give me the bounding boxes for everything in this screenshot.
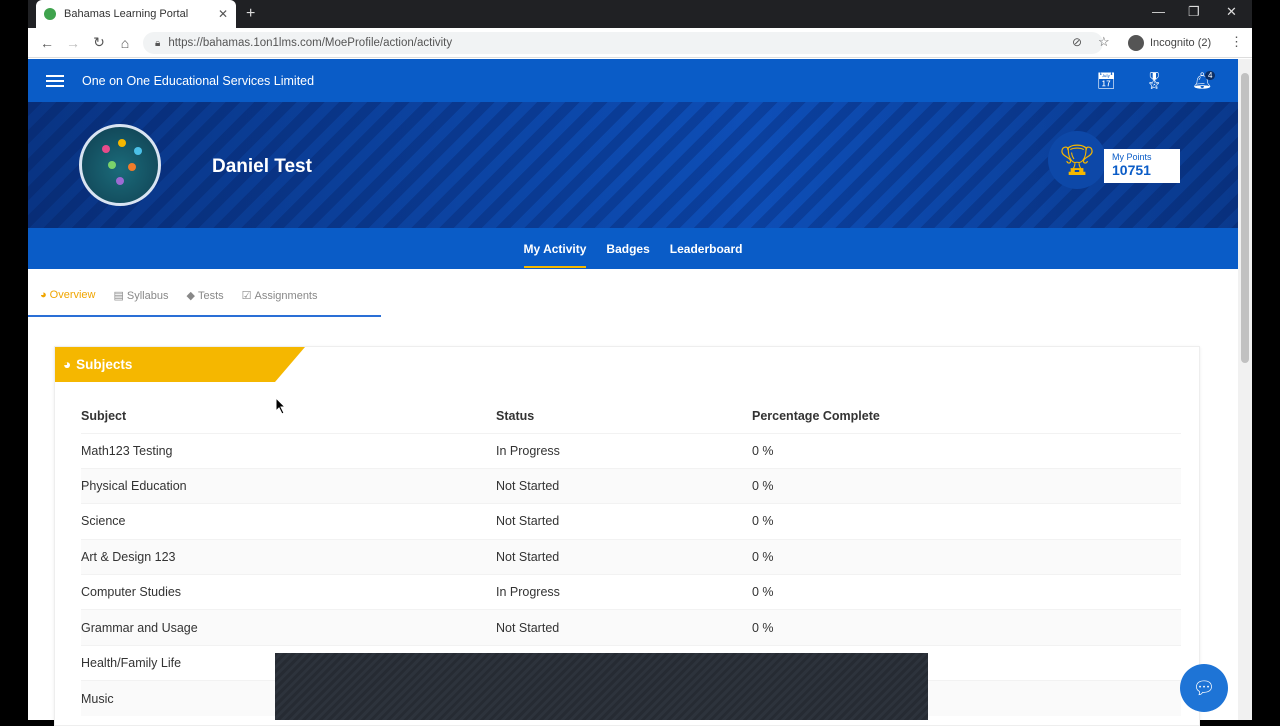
- profile-banner: Daniel Test 🏆︎ My Points 10751: [28, 102, 1238, 228]
- tab-tests-label: Tests: [197, 289, 224, 302]
- forward-icon[interactable]: →: [60, 35, 86, 51]
- percentage-cell: 0 %: [752, 538, 1181, 575]
- lock-icon: 🔒︎: [155, 37, 161, 49]
- calendar-icon[interactable]: 📅︎: [1096, 71, 1116, 91]
- points-value: 10751: [1112, 162, 1151, 178]
- book-icon: ▤: [113, 290, 124, 302]
- percentage-cell: 0 %: [752, 503, 1181, 540]
- percentage-cell: 0 %: [752, 467, 1181, 504]
- tab-assignments-label: Assignments: [254, 289, 318, 302]
- table-row[interactable]: Physical Education Not Started 0 %: [81, 467, 1181, 504]
- subject-cell: Computer Studies: [81, 574, 496, 610]
- subjects-title: Subjects: [76, 357, 133, 372]
- browser-window: Bahamas Learning Portal ✕ + — ❐ ✕ ← → ↻ …: [28, 0, 1252, 726]
- status-cell: Not Started: [496, 503, 752, 540]
- column-header-percentage: Percentage Complete: [752, 408, 880, 423]
- minimize-icon[interactable]: —: [1152, 4, 1165, 19]
- site-favicon-icon: [44, 8, 56, 20]
- reload-icon[interactable]: ↻: [86, 34, 112, 51]
- table-row[interactable]: Math123 Testing In Progress 0 %: [81, 432, 1181, 469]
- tab-syllabus-label: Syllabus: [126, 289, 169, 302]
- scrollbar-thumb[interactable]: [1241, 73, 1249, 363]
- column-header-subject: Subject: [81, 408, 127, 423]
- screen-border: [0, 0, 28, 720]
- incognito-icon: [1128, 35, 1144, 51]
- activity-tabs: ◕ Overview ▤ Syllabus ◆ Tests ☑ Assignme…: [28, 289, 381, 317]
- subject-cell: Physical Education: [81, 467, 496, 504]
- checklist-icon: ☑: [241, 290, 252, 302]
- user-name: Daniel Test: [212, 156, 312, 177]
- percentage-cell: 0 %: [752, 574, 1181, 610]
- tag-icon: ◆: [186, 290, 195, 302]
- notification-count: 4: [1205, 71, 1216, 80]
- mouse-cursor-icon: [275, 397, 287, 415]
- table-row[interactable]: Computer Studies In Progress 0 %: [81, 574, 1181, 610]
- star-icon[interactable]: ☆: [1098, 34, 1110, 50]
- url-bar[interactable]: 🔒︎ https://bahamas.1on1lms.com/MoeProfil…: [143, 32, 1103, 54]
- maximize-icon[interactable]: ❐: [1188, 4, 1200, 20]
- percentage-cell: 0 %: [752, 609, 1181, 646]
- subject-cell: Grammar and Usage: [81, 609, 496, 646]
- status-cell: Not Started: [496, 467, 752, 504]
- my-points-widget: 🏆︎ My Points 10751: [1048, 131, 1180, 189]
- back-icon[interactable]: ←: [34, 35, 60, 51]
- subject-cell: Math123 Testing: [81, 432, 496, 469]
- home-icon[interactable]: ⌂: [112, 35, 138, 51]
- browser-menu-icon[interactable]: ⋮: [1230, 34, 1243, 50]
- tab-title: Bahamas Learning Portal: [64, 8, 189, 20]
- window-close-icon[interactable]: ✕: [1226, 4, 1237, 20]
- status-cell: In Progress: [496, 432, 752, 469]
- status-cell: In Progress: [496, 574, 752, 610]
- tracking-off-icon[interactable]: ⊘: [1072, 35, 1082, 49]
- tab-strip: Bahamas Learning Portal ✕ + — ❐ ✕: [28, 0, 1252, 28]
- incognito-indicator[interactable]: Incognito (2): [1128, 33, 1211, 53]
- column-header-status: Status: [496, 408, 535, 423]
- new-tab-icon[interactable]: +: [246, 5, 255, 23]
- subjects-header: ◕ Subjects: [55, 347, 305, 382]
- badge-ribbon-icon[interactable]: 🎖︎: [1144, 71, 1164, 91]
- address-row: ← → ↻ ⌂ 🔒︎ https://bahamas.1on1lms.com/M…: [28, 28, 1252, 58]
- tab-overview[interactable]: ◕ Overview: [40, 289, 96, 301]
- page-scrollbar[interactable]: [1238, 59, 1252, 720]
- subject-cell: Art & Design 123: [81, 538, 496, 575]
- status-cell: Not Started: [496, 538, 752, 575]
- table-row[interactable]: Science Not Started 0 %: [81, 503, 1181, 540]
- percentage-cell: 0 %: [752, 432, 1181, 469]
- status-cell: Not Started: [496, 609, 752, 646]
- pie-chart-icon: ◕: [63, 357, 72, 372]
- app-header: One on One Educational Services Limited …: [28, 59, 1238, 102]
- table-row[interactable]: Grammar and Usage Not Started 0 %: [81, 609, 1181, 646]
- tab-badges[interactable]: Badges: [606, 242, 649, 256]
- url-text: https://bahamas.1on1lms.com/MoeProfile/a…: [168, 37, 453, 49]
- subject-cell: Science: [81, 503, 496, 540]
- hamburger-menu-icon[interactable]: [46, 72, 64, 90]
- browser-tab[interactable]: Bahamas Learning Portal ✕: [36, 0, 236, 28]
- close-tab-icon[interactable]: ✕: [218, 7, 228, 21]
- table-row[interactable]: Art & Design 123 Not Started 0 %: [81, 538, 1181, 575]
- profile-subnav: My Activity Badges Leaderboard: [28, 228, 1238, 269]
- pie-chart-icon: ◕: [40, 289, 47, 301]
- trophy-icon: 🏆︎: [1048, 131, 1106, 189]
- chat-icon[interactable]: 💬︎: [1180, 664, 1228, 712]
- tab-tests[interactable]: ◆ Tests: [186, 289, 224, 303]
- points-label: My Points: [1112, 152, 1152, 162]
- tab-assignments[interactable]: ☑ Assignments: [241, 289, 318, 303]
- tab-my-activity[interactable]: My Activity: [523, 242, 586, 268]
- video-overlay: [275, 653, 928, 720]
- tab-syllabus[interactable]: ▤ Syllabus: [113, 289, 169, 303]
- tab-leaderboard[interactable]: Leaderboard: [670, 242, 743, 256]
- avatar[interactable]: [79, 124, 161, 206]
- org-name: One on One Educational Services Limited: [82, 73, 315, 88]
- tab-overview-label: Overview: [49, 289, 96, 301]
- incognito-label: Incognito (2): [1150, 37, 1212, 49]
